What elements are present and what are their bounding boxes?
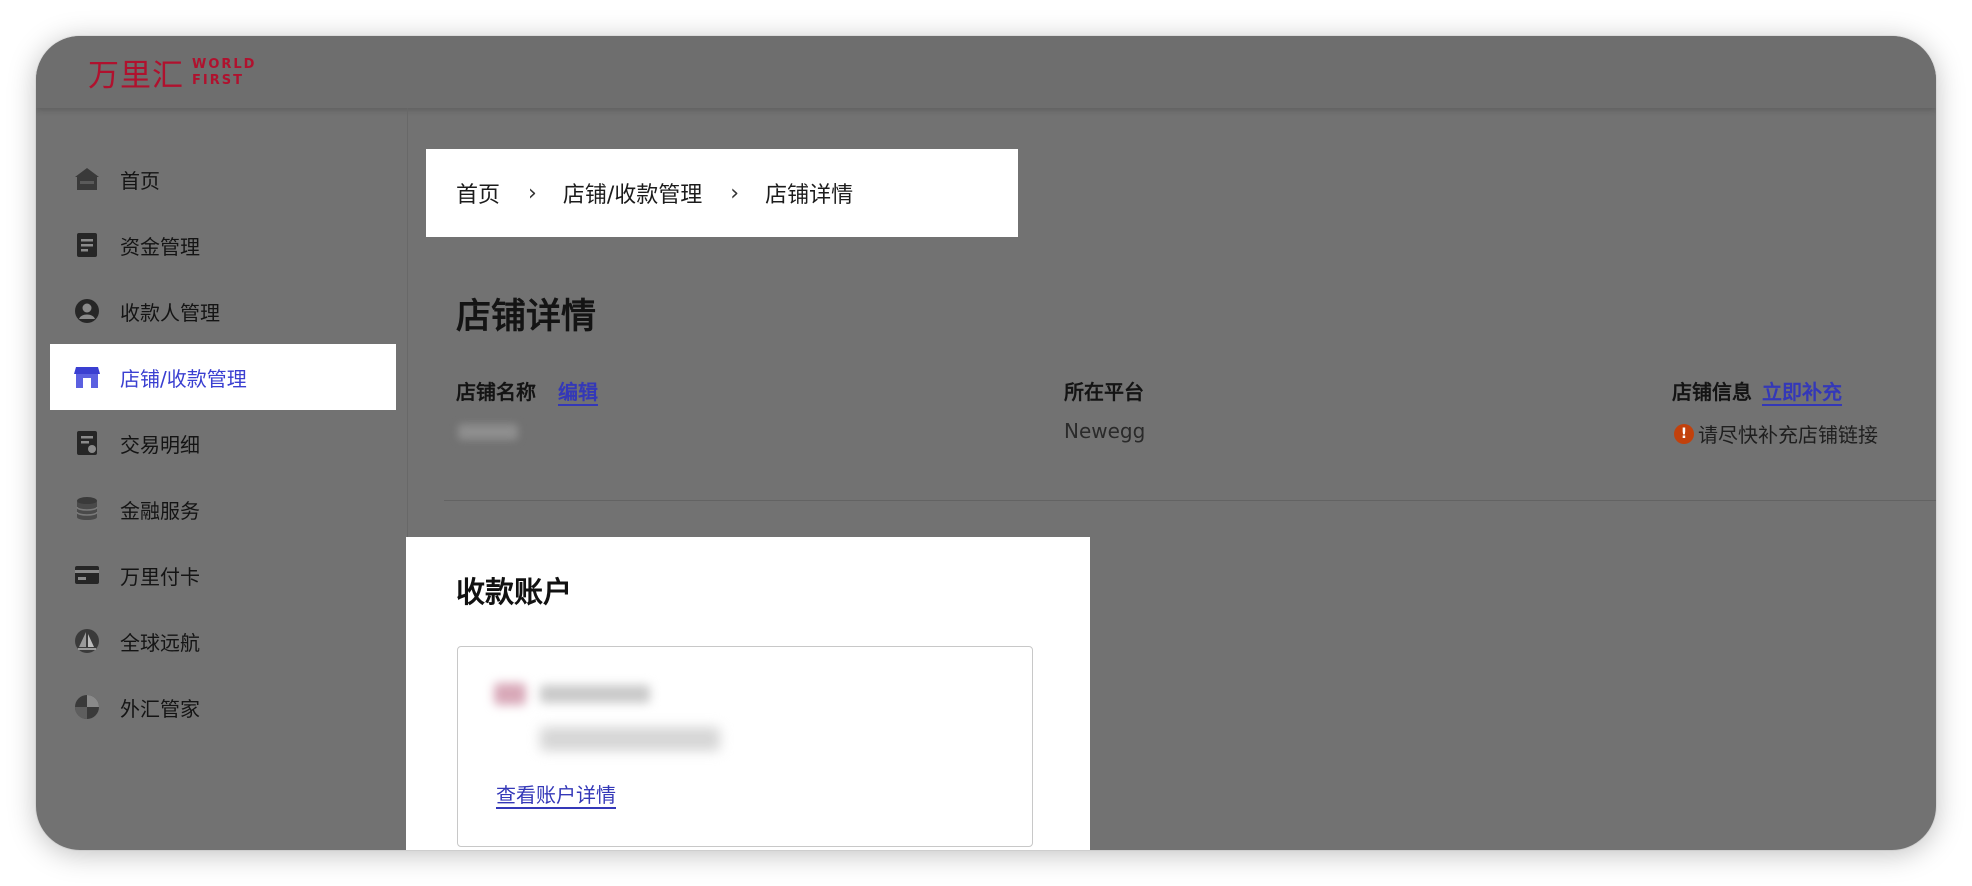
warning-icon: ! bbox=[1674, 423, 1694, 444]
globe-icon bbox=[72, 692, 102, 722]
breadcrumb: 首页 › 店铺/收款管理 › 店铺详情 bbox=[426, 149, 1018, 237]
worldfirst-logo[interactable]: 万里汇 WORLD FIRST bbox=[88, 50, 256, 95]
edit-store-name-link[interactable]: 编辑 bbox=[558, 376, 598, 405]
page-title: 店铺详情 bbox=[456, 297, 597, 337]
sidebar-item-label: 万里付卡 bbox=[120, 564, 200, 589]
platform-field: 所在平台 bbox=[1064, 376, 1144, 405]
receipt-icon bbox=[72, 428, 102, 458]
sidebar-item-payees[interactable]: 收款人管理 bbox=[50, 278, 396, 344]
sidebar-item-label: 收款人管理 bbox=[120, 300, 220, 325]
document-icon bbox=[72, 230, 102, 260]
view-account-details-link[interactable]: 查看账户详情 bbox=[496, 779, 616, 808]
card-icon bbox=[72, 560, 102, 590]
sidebar-item-funds[interactable]: 资金管理 bbox=[50, 212, 396, 278]
breadcrumb-separator-icon: › bbox=[528, 180, 537, 206]
account-number-redacted bbox=[540, 727, 720, 751]
sidebar-item-label: 首页 bbox=[120, 168, 160, 193]
sidebar-item-label: 交易明细 bbox=[120, 432, 200, 457]
breadcrumb-store-management[interactable]: 店铺/收款管理 bbox=[563, 177, 702, 209]
sidebar-item-transactions[interactable]: 交易明细 bbox=[50, 410, 396, 476]
store-info-warning-text: 请尽快补充店铺链接 bbox=[1698, 423, 1878, 447]
logo-english-line-1: WORLD bbox=[192, 56, 257, 72]
app-window: 万里汇 WORLD FIRST 首页 资金管理 收款人管理 店铺/收款管理 交易… bbox=[36, 36, 1936, 850]
logo-chinese-text: 万里汇 bbox=[88, 58, 184, 94]
receiving-account-title: 收款账户 bbox=[456, 575, 573, 609]
breadcrumb-current: 店铺详情 bbox=[765, 183, 854, 208]
sidebar-item-global-voyage[interactable]: 全球远航 bbox=[50, 608, 396, 674]
sidebar-nav: 首页 资金管理 收款人管理 店铺/收款管理 交易明细 金融服务 万里付卡 全球远… bbox=[36, 108, 408, 850]
logo-english-line-2: FIRST bbox=[192, 72, 244, 88]
store-name-label: 店铺名称 bbox=[456, 380, 536, 404]
store-name-value-redacted bbox=[458, 424, 518, 440]
sidebar-item-label: 店铺/收款管理 bbox=[120, 366, 247, 391]
main-content: 首页 › 店铺/收款管理 › 店铺详情 店铺详情 店铺名称 编辑 所在平台 Ne… bbox=[406, 108, 1936, 850]
sidebar-item-fx-manager[interactable]: 外汇管家 bbox=[50, 674, 396, 740]
home-icon bbox=[72, 164, 102, 194]
sidebar-item-store-management[interactable]: 店铺/收款管理 bbox=[50, 344, 396, 410]
sidebar-item-label: 金融服务 bbox=[120, 498, 200, 523]
coins-icon bbox=[72, 494, 102, 524]
store-info-warning: ! 请尽快补充店铺链接 bbox=[1674, 419, 1878, 448]
account-name-redacted bbox=[540, 685, 650, 703]
store-info-label: 店铺信息 bbox=[1672, 380, 1752, 404]
store-icon bbox=[72, 362, 102, 392]
sidebar-item-home[interactable]: 首页 bbox=[50, 146, 396, 212]
currency-flag-icon bbox=[494, 683, 526, 705]
sidebar-item-label: 资金管理 bbox=[120, 234, 200, 259]
top-header: 万里汇 WORLD FIRST bbox=[36, 36, 1936, 108]
sailboat-icon bbox=[72, 626, 102, 656]
platform-value: Newegg bbox=[1064, 419, 1146, 443]
sidebar-item-financial-services[interactable]: 金融服务 bbox=[50, 476, 396, 542]
breadcrumb-separator-icon: › bbox=[730, 180, 740, 206]
receiving-account-section: 收款账户 查看账户详情 bbox=[406, 537, 1090, 850]
supplement-now-link[interactable]: 立即补充 bbox=[1762, 376, 1842, 405]
section-divider bbox=[444, 500, 1936, 501]
account-card[interactable]: 查看账户详情 bbox=[457, 646, 1033, 847]
sidebar-item-label: 外汇管家 bbox=[120, 696, 200, 721]
breadcrumb-home[interactable]: 首页 bbox=[456, 177, 500, 209]
logo-english-text: WORLD FIRST bbox=[192, 57, 256, 89]
sidebar-item-label: 全球远航 bbox=[120, 630, 200, 655]
platform-label: 所在平台 bbox=[1064, 380, 1144, 404]
store-info-field: 店铺信息 立即补充 bbox=[1672, 376, 1842, 405]
store-name-field: 店铺名称 编辑 bbox=[456, 376, 598, 405]
sidebar-item-wanlipay-card[interactable]: 万里付卡 bbox=[50, 542, 396, 608]
user-icon bbox=[72, 296, 102, 326]
